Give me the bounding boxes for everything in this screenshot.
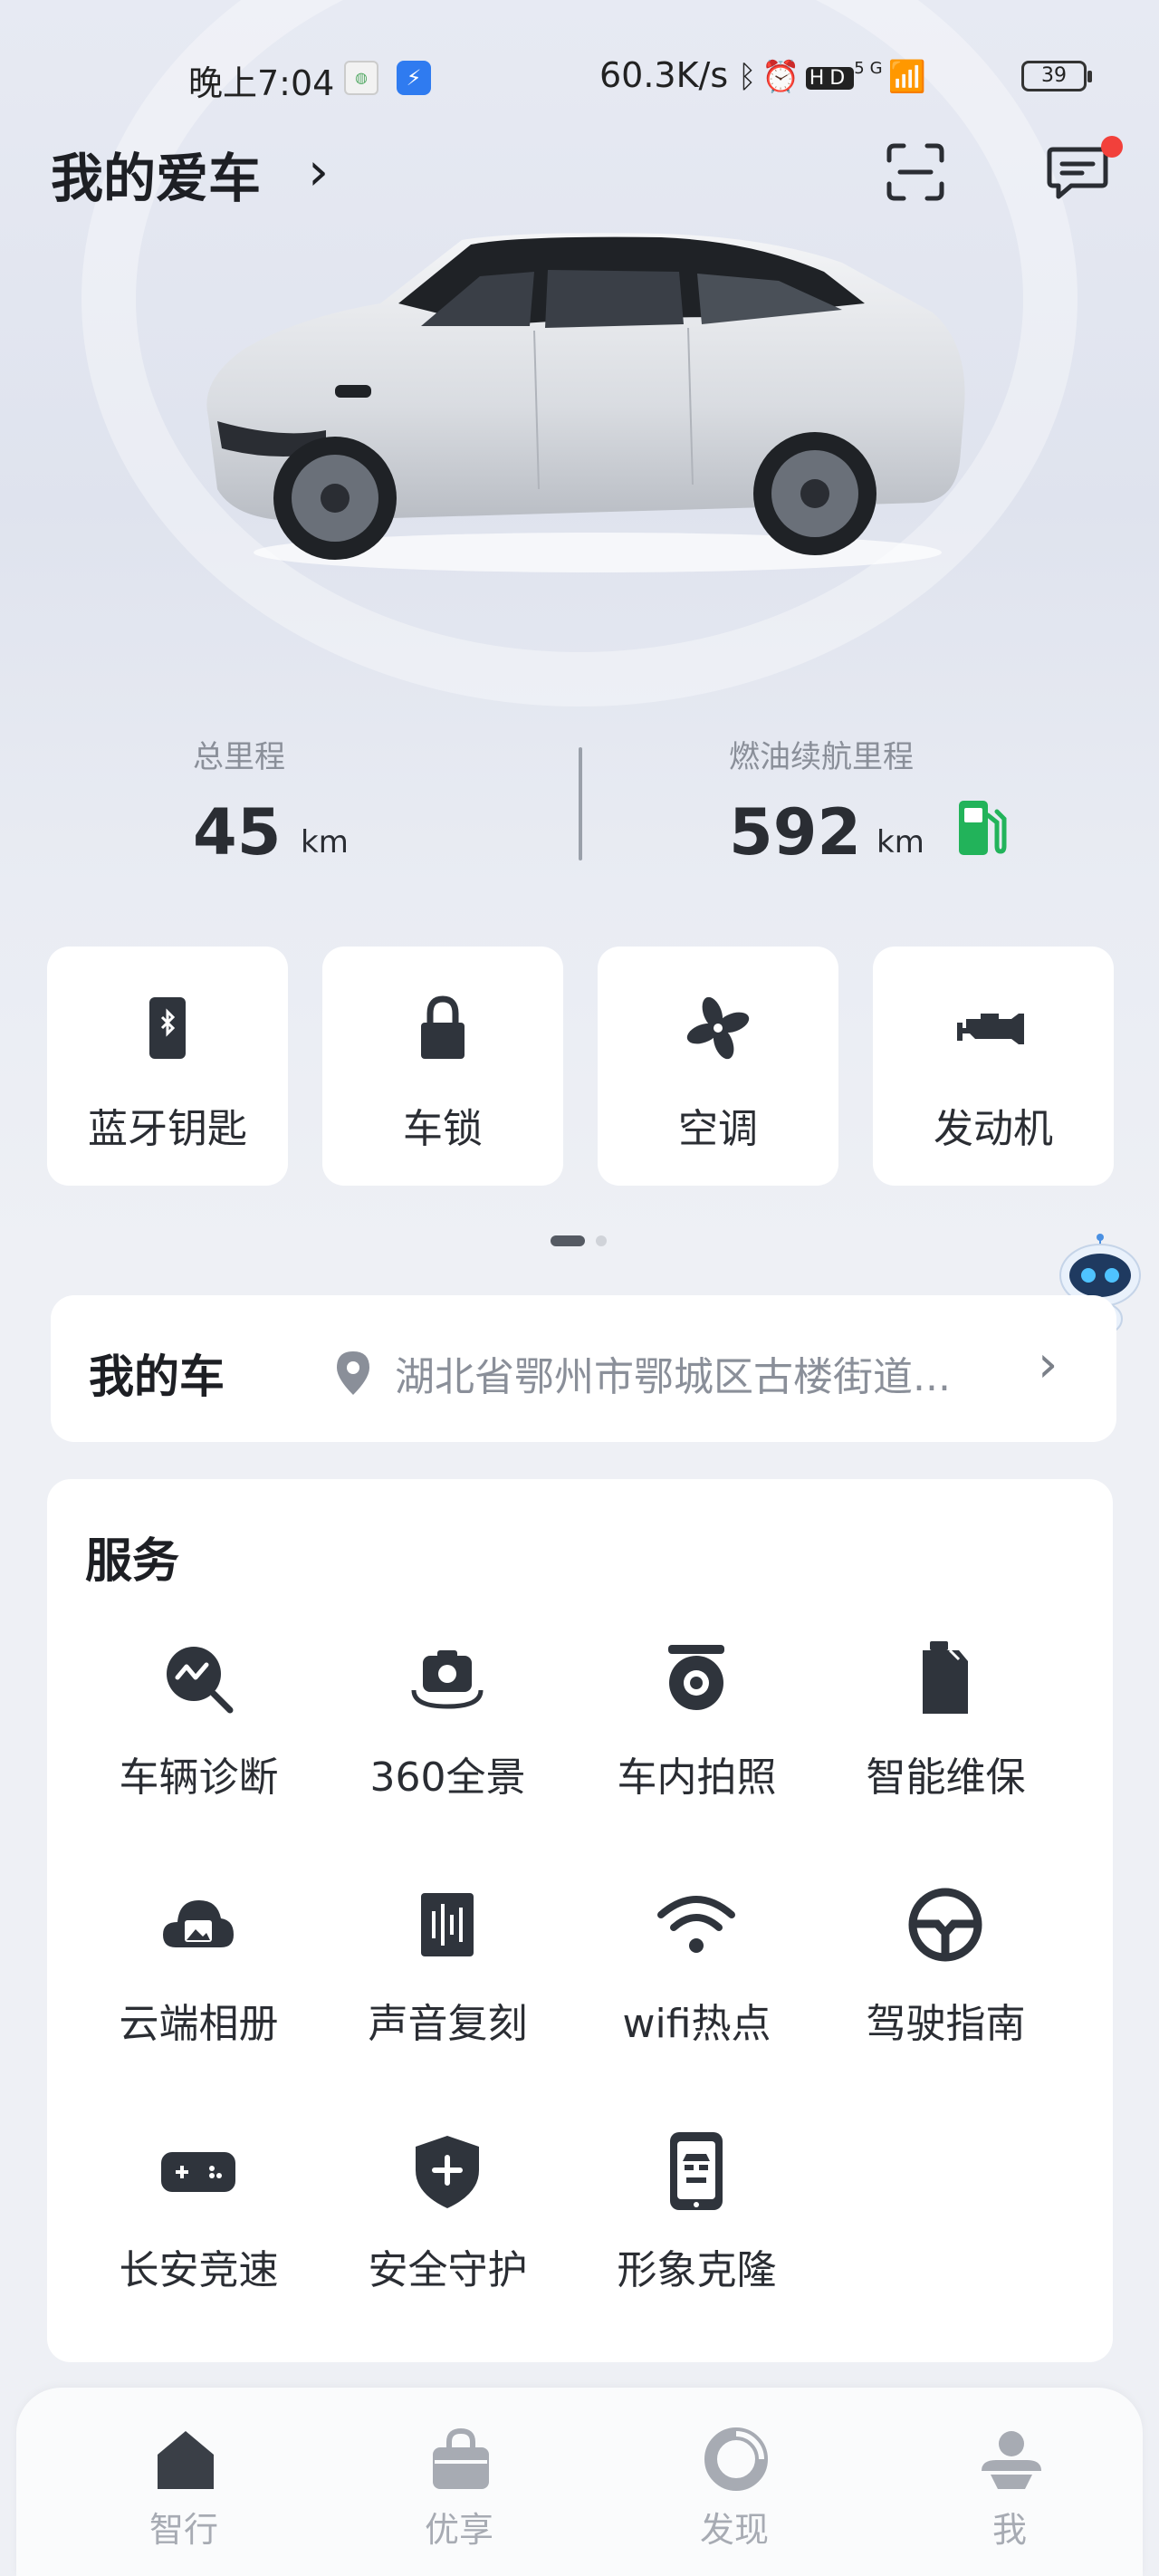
service-label: 声音复刻: [368, 2001, 528, 2047]
wifi-icon: [657, 1896, 735, 1953]
chevron-right-icon: ›: [1038, 1335, 1058, 1394]
diagnosis-icon: [167, 1647, 234, 1714]
service-driving-guide[interactable]: 驾驶指南: [821, 1884, 1070, 2083]
message-icon[interactable]: [1046, 140, 1109, 204]
chevron-right-icon[interactable]: ›: [308, 140, 329, 202]
service-360-panorama[interactable]: 360全景: [323, 1638, 572, 1837]
service-smart-maintenance[interactable]: 智能维保: [821, 1638, 1070, 1837]
notification-badge: [1101, 136, 1123, 158]
nav-label: 优享: [424, 2510, 493, 2550]
profile-icon: [982, 2431, 1041, 2489]
signal-icon: 📶: [887, 59, 932, 95]
service-label: 驾驶指南: [866, 2001, 1026, 2047]
service-label: 长安竞速: [119, 2247, 279, 2293]
gamepad-icon: [161, 2152, 235, 2192]
air-conditioner-button[interactable]: 空调: [598, 947, 838, 1186]
fuel-range-unit: km: [876, 824, 924, 860]
service-label: 360全景: [369, 1754, 526, 1801]
nav-label: 发现: [699, 2510, 769, 2550]
bluetooth-status-icon: ᛒ: [738, 59, 762, 95]
service-in-car-photo[interactable]: 车内拍照: [572, 1638, 821, 1837]
fan-icon: [686, 996, 750, 1060]
service-cloud-album[interactable]: 云端相册: [74, 1884, 323, 2083]
service-safety-guard[interactable]: 安全守护: [323, 2130, 572, 2330]
app-notification-icon: ◍: [344, 61, 378, 95]
services-title: 服务: [85, 1534, 180, 1589]
fuel-range-value: 592: [729, 795, 862, 870]
page-dot-active: [551, 1235, 585, 1246]
total-mileage-label: 总里程: [193, 739, 285, 775]
quick-control-label: 蓝牙钥匙: [88, 1106, 247, 1152]
service-label: 车辆诊断: [119, 1754, 279, 1801]
status-time: 晚上7:04: [188, 63, 335, 103]
service-avatar-clone[interactable]: 形象克隆: [572, 2130, 821, 2330]
scan-icon[interactable]: [884, 140, 947, 204]
nav-tab-me[interactable]: 我: [933, 2426, 1087, 2552]
fuel-pump-icon: [959, 801, 1007, 855]
in-car-camera-icon: [668, 1645, 724, 1710]
nav-tab-smart-drive[interactable]: 智行: [107, 2426, 261, 2552]
page-title[interactable]: 我的爱车: [51, 136, 261, 212]
lock-icon: [421, 995, 465, 1059]
nav-tab-discover[interactable]: 发现: [657, 2426, 811, 2552]
car-location-address: 湖北省鄂州市鄂城区古楼街道...: [395, 1354, 951, 1400]
home-icon: [158, 2431, 214, 2489]
battery-indicator: 39: [1021, 61, 1092, 91]
page-dot: [596, 1235, 607, 1246]
app-notification-icon-2: ⚡: [397, 61, 431, 95]
total-mileage-unit: km: [301, 824, 349, 860]
steering-wheel-icon: [908, 1888, 982, 1962]
network-speed: 60.3K/s: [599, 55, 729, 95]
shield-icon: [416, 2136, 479, 2208]
service-label: 智能维保: [866, 1754, 1026, 1801]
mileage-divider: [579, 747, 582, 860]
quick-control-label: 发动机: [934, 1106, 1053, 1152]
quick-control-label: 空调: [678, 1106, 758, 1152]
cloud-album-icon: [163, 1900, 234, 1947]
service-vehicle-diagnosis[interactable]: 车辆诊断: [74, 1638, 323, 1837]
system-status-icons: ᛒ⏰ HD 5G📶: [738, 59, 932, 95]
service-label: 形象克隆: [617, 2247, 777, 2293]
bag-icon: [433, 2427, 489, 2489]
engine-button[interactable]: 发动机: [873, 947, 1114, 1186]
service-label: 云端相册: [119, 2001, 279, 2047]
service-label: wifi热点: [622, 2001, 771, 2047]
hd-icon: HD: [805, 67, 855, 90]
services-card: 服务 车辆诊断 360全景 车内拍照 智能维保 云端相册 声音复刻 wifi热点…: [47, 1479, 1113, 2362]
my-car-title: 我的车: [89, 1350, 225, 1403]
service-changan-racing[interactable]: 长安竞速: [74, 2130, 323, 2330]
avatar-clone-icon: [670, 2132, 723, 2210]
fuel-range-label: 燃油续航里程: [729, 739, 914, 775]
alarm-icon: ⏰: [761, 59, 806, 95]
bluetooth-key-icon: [149, 997, 186, 1059]
panorama-camera-icon: [411, 1650, 484, 1709]
status-bar: 晚上7:04 ◍ ⚡ 60.3K/s ᛒ⏰ HD 5G📶 39: [0, 50, 1159, 104]
my-car-location-card[interactable]: 我的车 湖北省鄂州市鄂城区古楼街道... ›: [51, 1295, 1116, 1442]
total-mileage-value: 45: [193, 795, 282, 870]
nav-label: 智行: [148, 2510, 218, 2550]
car-image[interactable]: [190, 226, 987, 580]
quick-control-label: 车锁: [403, 1106, 483, 1152]
maintenance-icon: [923, 1641, 968, 1714]
service-label: 车内拍照: [617, 1754, 777, 1801]
location-pin-icon: [337, 1351, 369, 1395]
nav-tab-benefits[interactable]: 优享: [382, 2426, 536, 2552]
service-label: 安全守护: [368, 2247, 528, 2293]
voice-clone-icon: [421, 1893, 474, 1956]
bottom-nav: 智行 优享 发现 我: [16, 2388, 1143, 2576]
bluetooth-key-button[interactable]: 蓝牙钥匙: [47, 947, 288, 1186]
nav-label: 我: [991, 2510, 1027, 2550]
engine-icon: [957, 1014, 1024, 1044]
service-voice-clone[interactable]: 声音复刻: [323, 1884, 572, 2083]
discover-icon: [704, 2427, 768, 2491]
network-type: 5G: [854, 59, 888, 78]
car-lock-button[interactable]: 车锁: [322, 947, 563, 1186]
service-wifi-hotspot[interactable]: wifi热点: [572, 1884, 821, 2083]
